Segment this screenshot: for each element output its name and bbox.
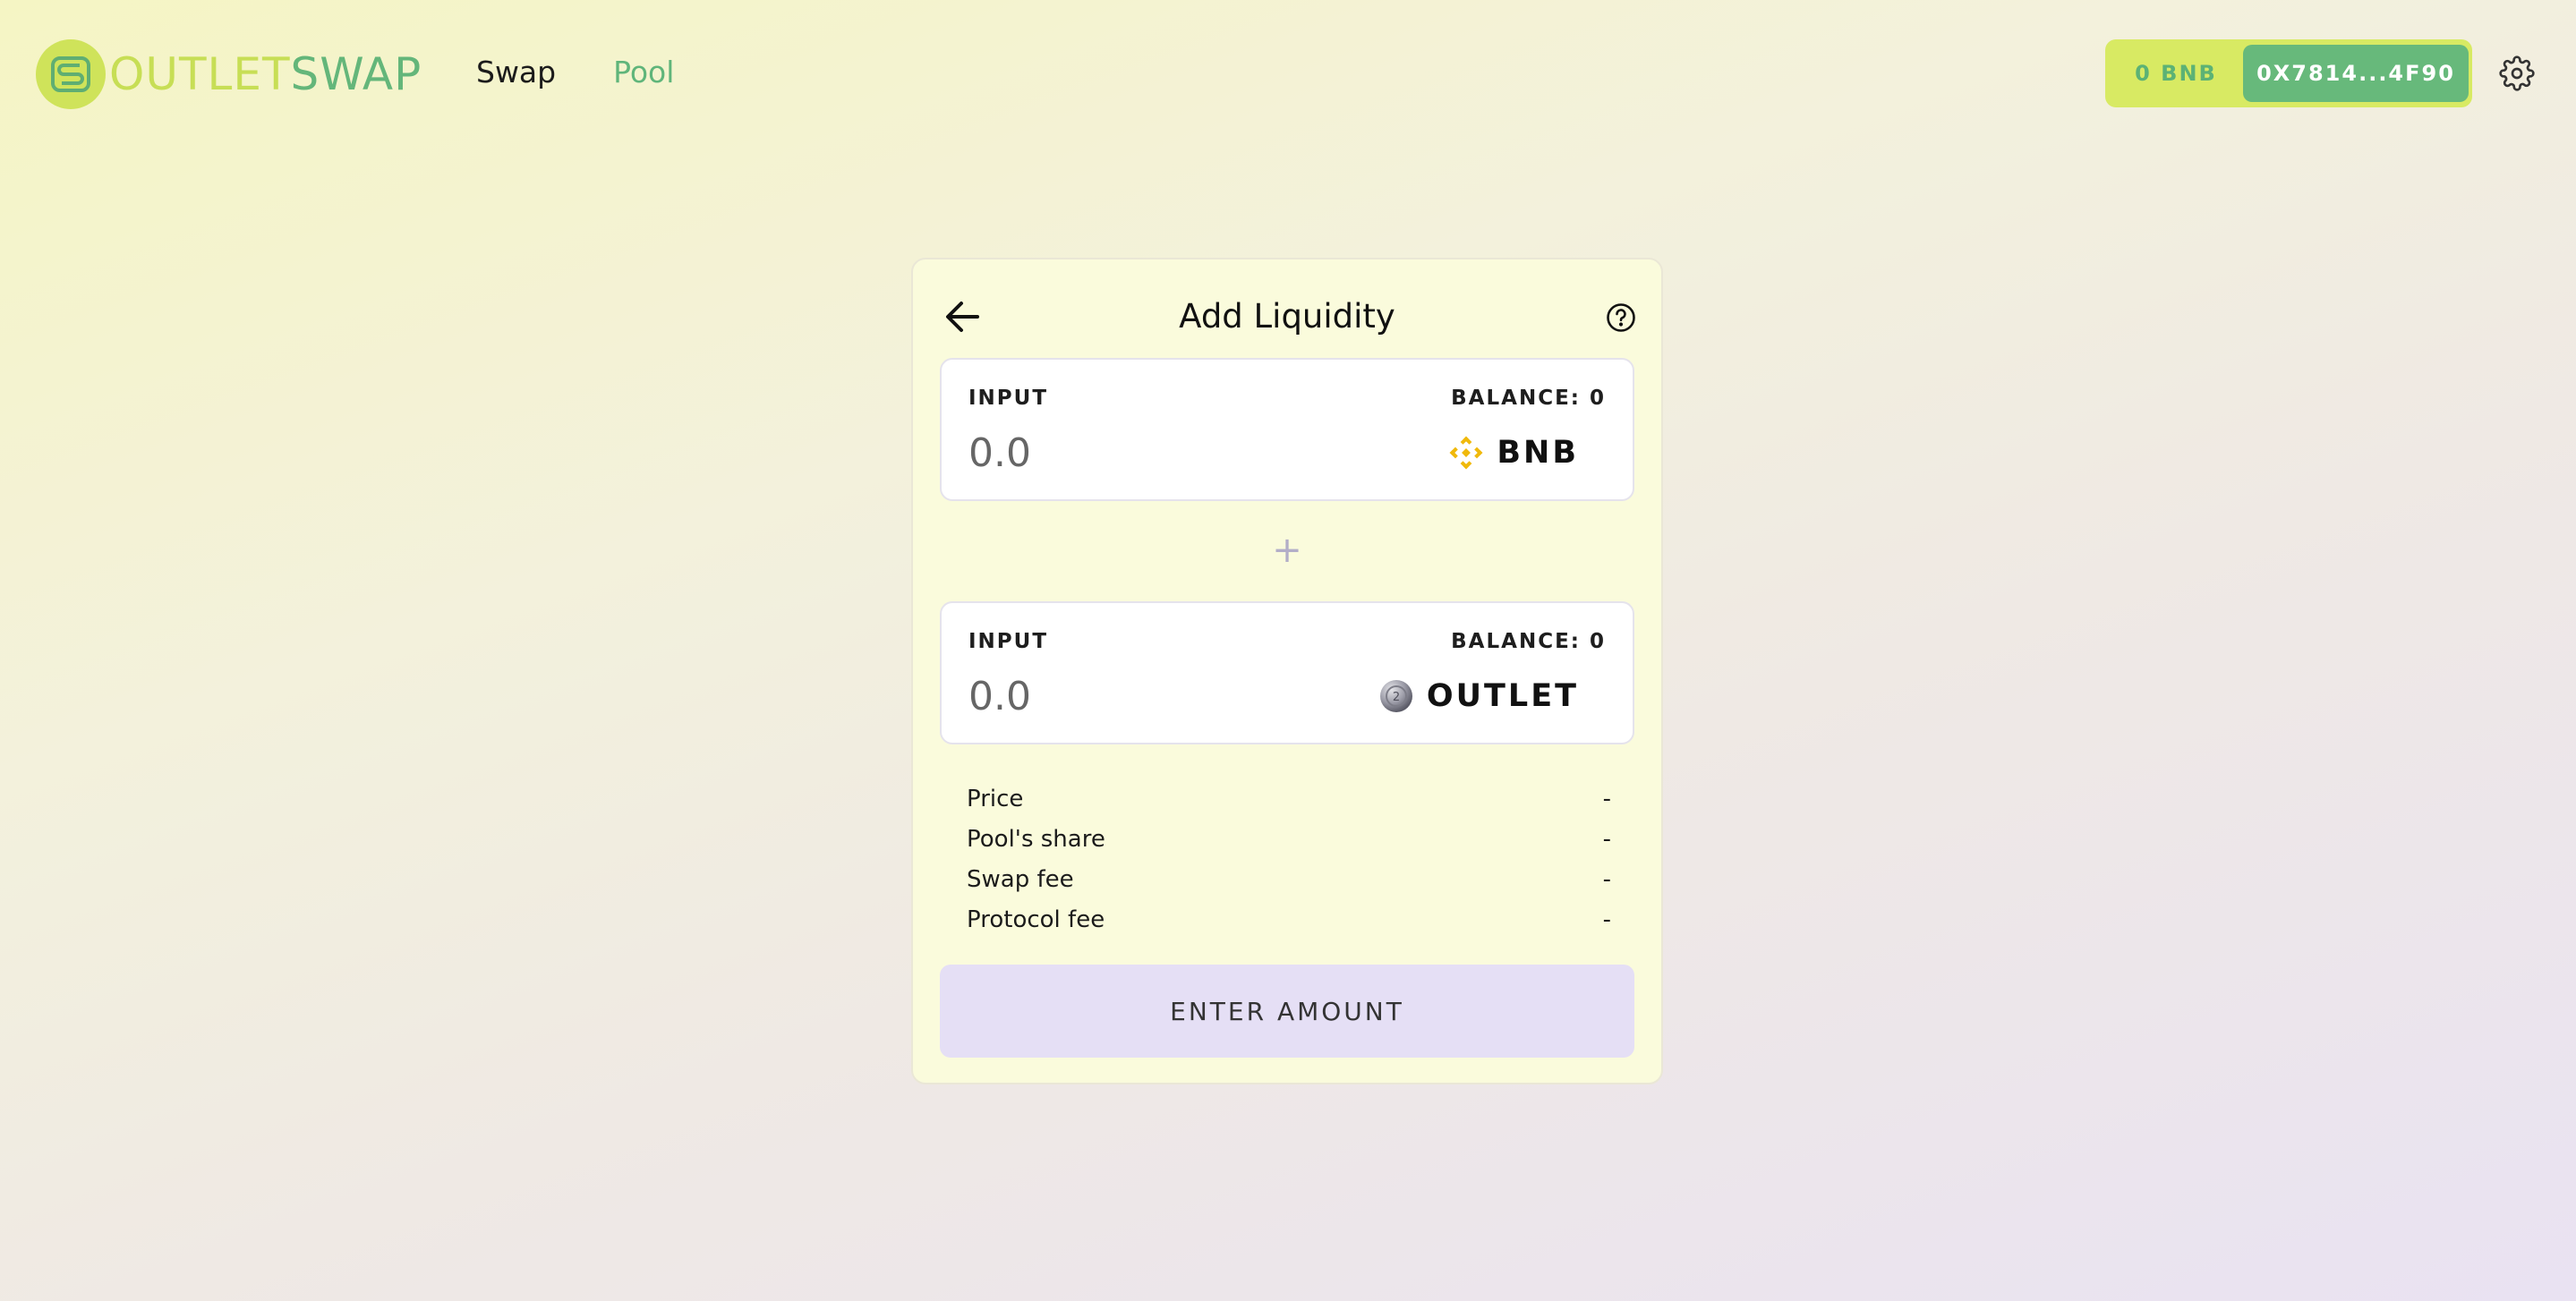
amount-input-b[interactable] — [968, 669, 1344, 723]
wallet-widget: 0 BNB 0X7814...4F90 — [2105, 39, 2472, 107]
stat-label: Protocol fee — [967, 906, 1105, 933]
token-selector-a[interactable]: BNB — [1448, 429, 1579, 476]
main-nav: Swap Pool — [476, 52, 674, 93]
card-title: Add Liquidity — [1179, 297, 1395, 336]
stat-value: - — [1602, 865, 1611, 893]
stat-value: - — [1602, 785, 1611, 812]
balance-label: BALANCE: 0 — [1451, 630, 1606, 653]
header: OUTLETSWAP Swap Pool 0 BNB 0X7814...4F90 — [0, 0, 2576, 147]
enter-amount-button[interactable]: ENTER AMOUNT — [940, 965, 1634, 1058]
amount-input-a[interactable] — [968, 426, 1344, 480]
wallet-balance[interactable]: 0 BNB — [2109, 61, 2243, 86]
balance-label: BALANCE: 0 — [1451, 387, 1606, 410]
wallet-address-button[interactable]: 0X7814...4F90 — [2243, 45, 2469, 102]
bnb-icon — [1448, 435, 1484, 471]
stat-label: Swap fee — [967, 865, 1074, 893]
settings-gear-icon[interactable] — [2499, 55, 2535, 91]
logo[interactable]: OUTLETSWAP — [36, 39, 422, 109]
stat-label: Pool's share — [967, 825, 1105, 853]
stat-row-pool-share: Pool's share - — [967, 819, 1611, 859]
stat-label: Price — [967, 785, 1024, 812]
token-name-b: OUTLET — [1426, 678, 1579, 714]
card-header: Add Liquidity — [913, 285, 1661, 349]
back-arrow-icon[interactable] — [943, 299, 981, 335]
pool-stats: Price - Pool's share - Swap fee - Protoc… — [967, 778, 1611, 940]
nav-pool[interactable]: Pool — [613, 52, 674, 93]
token-input-panel-a: INPUT BALANCE: 0 0.0 BNB — [940, 358, 1634, 501]
stat-row-protocol-fee: Protocol fee - — [967, 899, 1611, 940]
logo-text-swap: SWAP — [290, 48, 422, 100]
token-name-a: BNB — [1497, 435, 1579, 471]
stat-row-swap-fee: Swap fee - — [967, 859, 1611, 899]
svg-text:2: 2 — [1393, 691, 1400, 704]
input-label: INPUT — [968, 387, 1049, 410]
nav-swap[interactable]: Swap — [476, 52, 556, 93]
logo-mark-icon — [36, 39, 106, 109]
token-input-panel-b: INPUT BALANCE: 0 2 OUTL — [940, 601, 1634, 744]
input-label: INPUT — [968, 630, 1049, 653]
token-selector-b[interactable]: 2 OUTLET — [1378, 673, 1579, 719]
logo-wordmark: OUTLETSWAP — [109, 52, 422, 97]
stat-row-price: Price - — [967, 778, 1611, 819]
stat-value: - — [1602, 906, 1611, 933]
stat-value: - — [1602, 825, 1611, 853]
logo-text-outlet: OUTLET — [109, 48, 291, 100]
plus-icon: + — [1272, 530, 1302, 571]
help-question-icon[interactable] — [1606, 302, 1636, 333]
outlet-token-icon: 2 — [1378, 678, 1414, 714]
add-liquidity-card: Add Liquidity INPUT BALANCE: 0 0.0 BNB +… — [911, 258, 1663, 1084]
